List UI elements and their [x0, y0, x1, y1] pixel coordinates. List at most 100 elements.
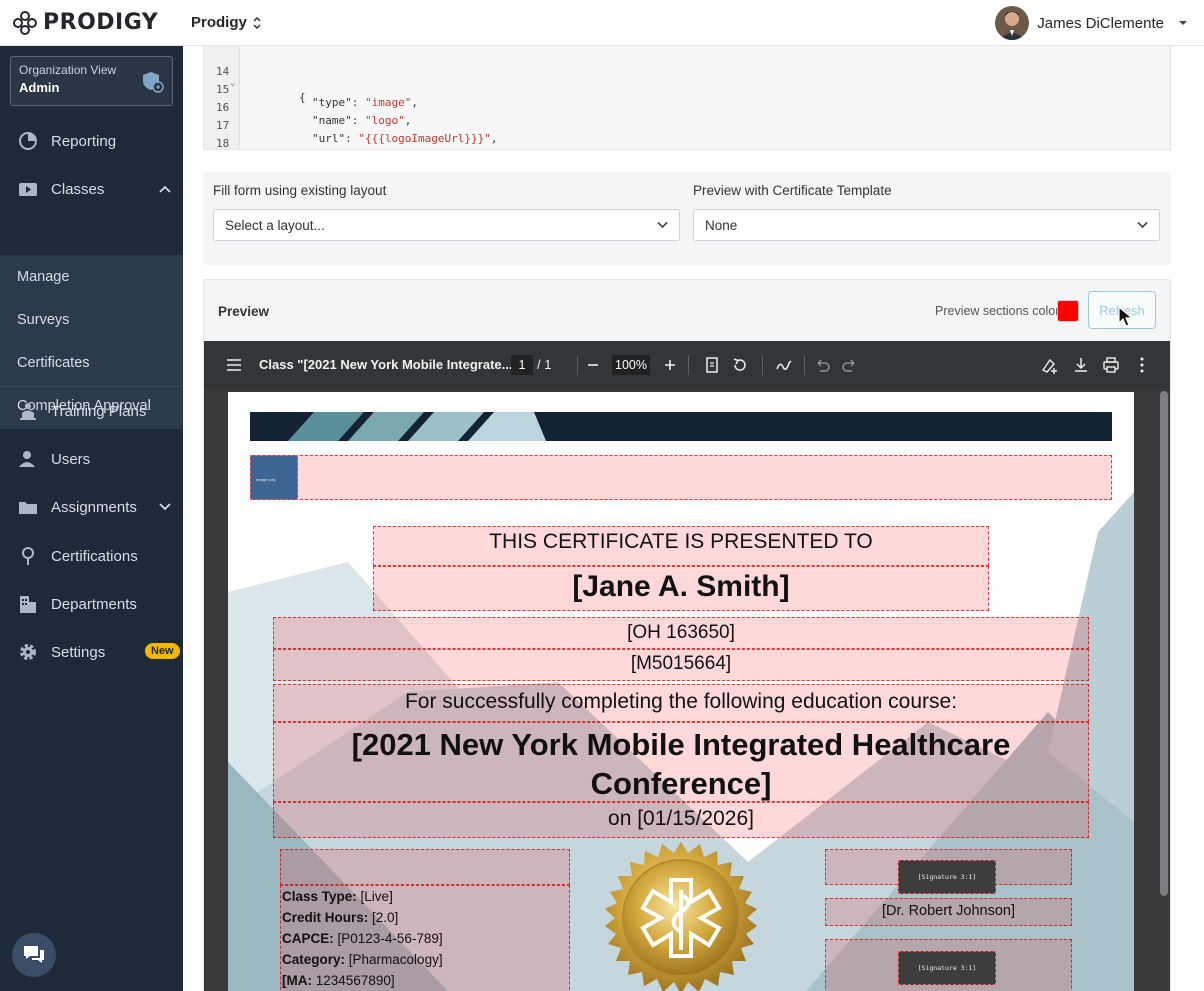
json-code-editor[interactable]: 14 ⌄ { 15 "type": "image", 16 "name": "l… — [203, 46, 1171, 150]
user-name: James DiClemente — [1037, 14, 1164, 32]
pdf-scrollbar[interactable] — [1160, 391, 1168, 896]
pdf-toolbar: Class "[2021 New York Mobile Integrate..… — [204, 341, 1170, 389]
org-switcher-label: Prodigy — [191, 14, 247, 31]
pdf-page-count: / 1 — [537, 357, 552, 372]
gold-seal-icon — [605, 842, 757, 991]
gear-icon — [20, 644, 36, 660]
sidebar-item-reporting[interactable]: Reporting — [0, 119, 183, 163]
template-select-value: None — [705, 218, 738, 233]
brand-name: PRODIGY — [43, 10, 159, 35]
video-icon — [19, 183, 37, 196]
undo-icon[interactable] — [812, 355, 832, 375]
award-icon — [22, 547, 34, 565]
user-menu[interactable]: James DiClemente — [995, 6, 1188, 40]
code-line: 17 "url": "{{{logoImageUrl}}}", — [216, 119, 498, 145]
redo-icon[interactable] — [840, 355, 860, 375]
signature-1-placeholder: [Signature 3:1] — [898, 860, 996, 894]
recipient-name: [Jane A. Smith] — [572, 570, 790, 603]
more-options-icon[interactable] — [1132, 355, 1152, 375]
brand-logo[interactable]: PRODIGY — [12, 10, 182, 36]
sidebar-divider — [0, 386, 183, 387]
chat-icon — [24, 946, 44, 963]
pdf-zoom-input[interactable]: 100% — [612, 355, 650, 375]
sidebar-item-settings[interactable]: Settings New — [0, 630, 183, 674]
submenu-item-surveys[interactable]: Surveys — [17, 312, 69, 328]
sidebar-item-certifications[interactable]: Certifications — [0, 534, 183, 578]
print-icon[interactable] — [1101, 355, 1121, 375]
code-line: 19 "maxH": 100 — [204, 142, 244, 149]
sidebar-item-users[interactable]: Users — [0, 437, 183, 481]
menu-icon[interactable] — [224, 355, 244, 375]
caret-down-icon — [1179, 21, 1187, 25]
preview-color-picker[interactable] — [1057, 300, 1079, 322]
certificate-template-select[interactable]: None — [693, 209, 1160, 241]
chevron-down-icon — [657, 221, 668, 229]
shield-gear-icon — [143, 72, 164, 93]
chat-button[interactable] — [12, 933, 56, 977]
toolbar-separator — [688, 355, 689, 375]
layout-select-label: Fill form using existing layout — [213, 183, 387, 198]
course-title-line2: Conference] — [590, 766, 772, 801]
toolbar-separator — [762, 355, 763, 375]
sidebar-item-classes[interactable]: Classes — [0, 167, 183, 211]
license-number-1: [OH 163650] — [627, 622, 735, 643]
chevron-down-icon — [159, 503, 171, 511]
sidebar-item-training-plans[interactable]: Training Plans — [0, 389, 183, 433]
code-line: 16 "name": "logo", — [216, 101, 412, 127]
layout-form: Fill form using existing layout Select a… — [203, 172, 1171, 265]
top-bar: PRODIGY Prodigy James DiClemente — [0, 0, 1204, 46]
category-line: Category: [Pharmacology] — [282, 952, 443, 967]
sidebar-item-label: Training Plans — [51, 402, 147, 420]
signer-name: [Dr. Robert Johnson] — [882, 903, 1015, 919]
org-switcher[interactable]: Prodigy — [191, 14, 261, 31]
template-select-label: Preview with Certificate Template — [693, 183, 892, 198]
code-line: 15 "type": "image", — [216, 83, 418, 109]
submenu-item-certificates[interactable]: Certificates — [17, 355, 90, 371]
layout-select[interactable]: Select a layout... — [213, 209, 680, 241]
course-title: [2021 New York Mobile Integrated Healthc… — [273, 725, 1089, 803]
folder-icon — [19, 502, 37, 514]
download-icon[interactable] — [1071, 355, 1091, 375]
prodigy-logo-icon — [13, 10, 37, 35]
sidebar-item-label: Settings — [51, 643, 106, 661]
info-header-section — [280, 849, 570, 885]
chevron-up-icon — [159, 185, 171, 193]
annotate-icon[interactable] — [774, 355, 794, 375]
preview-title: Preview — [218, 304, 270, 319]
signature-2-placeholder: [Signature 3:1] — [898, 951, 996, 985]
sidebar-item-assignments[interactable]: Assignments — [0, 485, 183, 529]
new-badge: New — [145, 643, 180, 659]
zoom-in-icon[interactable] — [660, 355, 680, 375]
submenu-item-manage[interactable]: Manage — [17, 269, 69, 285]
toolbar-separator — [804, 355, 805, 375]
course-title-line1: [2021 New York Mobile Integrated Healthc… — [351, 727, 1011, 762]
pdf-page-input[interactable]: 1 — [511, 355, 533, 375]
main-content: 14 ⌄ { 15 "type": "image", 16 "name": "l… — [183, 46, 1204, 991]
sidebar-item-label: Certifications — [51, 547, 138, 565]
mouse-cursor-icon — [1118, 306, 1134, 327]
preview-panel: Preview Preview sections color Refresh C… — [203, 279, 1171, 991]
organization-view-selector[interactable]: Organization View Admin — [10, 56, 173, 106]
header-section — [250, 455, 1112, 500]
code-line: 14 ⌄ { — [216, 65, 306, 104]
sidebar-item-label: Classes — [51, 180, 105, 198]
add-signature-icon[interactable] — [1040, 355, 1060, 375]
sidebar-item-label: Reporting — [51, 132, 117, 150]
layout-select-value: Select a layout... — [225, 218, 325, 233]
sidebar: Organization View Admin Reporting Classe… — [0, 46, 183, 991]
pdf-viewer[interactable]: Class "[2021 New York Mobile Integrate..… — [204, 341, 1170, 991]
completion-date: on [01/15/2026] — [608, 807, 754, 830]
sidebar-item-departments[interactable]: Departments — [0, 582, 183, 626]
sidebar-item-label: Departments — [51, 595, 137, 613]
rotate-icon[interactable] — [730, 355, 750, 375]
capce-line: CAPCE: [P0123-4-56-789] — [282, 931, 443, 946]
license-number-2: [M5015664] — [630, 653, 732, 674]
credit-hours-line: Credit Hours: [2.0] — [282, 910, 399, 925]
sidebar-item-label: Assignments — [51, 498, 137, 516]
zoom-out-icon[interactable] — [583, 355, 603, 375]
course-intro-text: For successfully completing the followin… — [404, 690, 958, 713]
user-icon — [19, 451, 35, 467]
fit-page-icon[interactable] — [702, 355, 722, 375]
preview-color-label: Preview sections color — [935, 304, 1060, 318]
sidebar-item-label: Users — [51, 450, 91, 468]
